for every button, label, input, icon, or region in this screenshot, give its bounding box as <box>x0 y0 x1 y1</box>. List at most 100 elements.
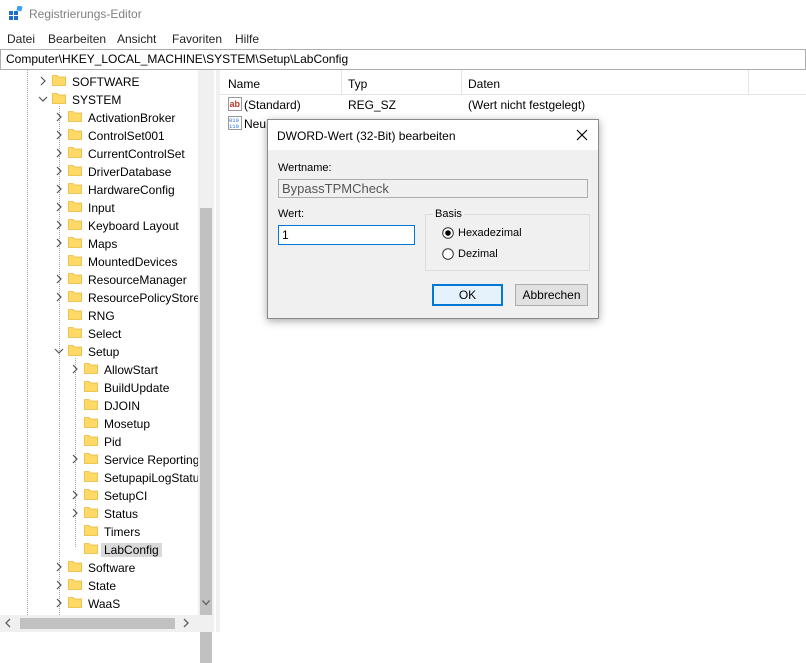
tree-item-activationbroker[interactable]: ActivationBroker <box>0 108 200 126</box>
string-value-icon: ab <box>228 97 242 111</box>
base-groupbox <box>425 214 590 271</box>
tree-item-driverdatabase[interactable]: DriverDatabase <box>0 162 200 180</box>
dialog-title: DWORD-Wert (32-Bit) bearbeiten <box>277 129 456 143</box>
chevron-right-icon[interactable] <box>54 166 64 176</box>
chevron-right-icon[interactable] <box>54 292 64 302</box>
value-type: REG_SZ <box>348 98 397 112</box>
column-divider[interactable] <box>341 70 342 94</box>
menu-datei[interactable]: Datei <box>7 32 35 46</box>
chevron-down-icon[interactable] <box>54 346 64 356</box>
tree-item-input[interactable]: Input <box>0 198 200 216</box>
list-row[interactable]: ab (Standard) REG_SZ (Wert nicht festgel… <box>220 96 806 114</box>
column-data[interactable]: Daten <box>468 77 500 91</box>
tree-item-rng[interactable]: RNG <box>0 306 200 324</box>
tree-item-resourcepolicystore[interactable]: ResourcePolicyStore <box>0 288 200 306</box>
tree-item-timers[interactable]: Timers <box>0 522 200 540</box>
tree-item-hardwareconfig[interactable]: HardwareConfig <box>0 180 200 198</box>
value-data-input[interactable] <box>278 225 415 245</box>
tree-item-resourcemanager[interactable]: ResourceManager <box>0 270 200 288</box>
value-name: (Standard) <box>244 98 301 112</box>
menu-favoriten[interactable]: Favoriten <box>172 32 222 46</box>
tree-item-currentcontrolset[interactable]: CurrentControlSet <box>0 144 200 162</box>
tree-horizontal-scrollbar[interactable] <box>0 615 214 632</box>
folder-icon <box>84 417 98 428</box>
menu-ansicht[interactable]: Ansicht <box>117 32 156 46</box>
chevron-right-icon[interactable] <box>54 238 64 248</box>
folder-icon <box>84 543 98 554</box>
column-name[interactable]: Name <box>228 77 260 91</box>
scroll-right-arrow-icon[interactable] <box>183 618 189 628</box>
tree-item-software[interactable]: Software <box>0 558 200 576</box>
chevron-right-icon[interactable] <box>38 76 48 86</box>
tree-item-pid[interactable]: Pid <box>0 432 200 450</box>
chevron-right-icon[interactable] <box>70 364 80 374</box>
folder-icon <box>68 147 82 158</box>
hexadecimal-label[interactable]: Hexadezimal <box>458 227 522 239</box>
tree-item-setupci[interactable]: SetupCI <box>0 486 200 504</box>
chevron-right-icon[interactable] <box>54 580 64 590</box>
decimal-label[interactable]: Dezimal <box>458 248 498 260</box>
chevron-right-icon[interactable] <box>54 598 64 608</box>
tree-item-djoin[interactable]: DJOIN <box>0 396 200 414</box>
tree-scroll-thumb[interactable] <box>200 208 212 663</box>
chevron-right-icon[interactable] <box>54 184 64 194</box>
folder-icon <box>84 525 98 536</box>
chevron-right-icon[interactable] <box>54 130 64 140</box>
cancel-button[interactable]: Abbrechen <box>515 284 588 306</box>
folder-icon <box>68 237 82 248</box>
tree-item-buildupdate[interactable]: BuildUpdate <box>0 378 200 396</box>
decimal-radio[interactable] <box>442 248 454 260</box>
tree-item-setup[interactable]: Setup <box>0 342 200 360</box>
dialog-title-bar[interactable]: DWORD-Wert (32-Bit) bearbeiten <box>268 120 598 150</box>
key-tree[interactable]: SOFTWARE SYSTEM ActivationBroker ControlSet… <box>0 70 214 615</box>
close-icon[interactable] <box>574 127 590 143</box>
chevron-right-icon[interactable] <box>54 202 64 212</box>
tree-item-setupapilogstatu[interactable]: SetupapiLogStatu <box>0 468 200 486</box>
tree-item-status[interactable]: Status <box>0 504 200 522</box>
tree-item-keyboard-layout[interactable]: Keyboard Layout <box>0 216 200 234</box>
folder-icon <box>84 381 98 392</box>
chevron-right-icon[interactable] <box>70 490 80 500</box>
menu-hilfe[interactable]: Hilfe <box>235 32 259 46</box>
tree-hscroll-thumb[interactable] <box>20 618 175 629</box>
folder-icon <box>68 579 82 590</box>
value-data-label: Wert: <box>278 208 305 220</box>
tree-item-label: DJOIN <box>104 399 140 413</box>
tree-item-maps[interactable]: Maps <box>0 234 200 252</box>
tree-item-state[interactable]: State <box>0 576 200 594</box>
chevron-right-icon[interactable] <box>54 274 64 284</box>
tree-item-label: CurrentControlSet <box>88 147 185 161</box>
scroll-down-arrow-icon[interactable] <box>202 600 210 606</box>
tree-item-software[interactable]: SOFTWARE <box>0 72 200 90</box>
tree-item-label: ResourceManager <box>88 273 187 287</box>
address-bar[interactable]: Computer\HKEY_LOCAL_MACHINE\SYSTEM\Setup… <box>0 49 806 70</box>
scroll-left-arrow-icon[interactable] <box>5 618 11 628</box>
tree-item-select[interactable]: Select <box>0 324 200 342</box>
ok-button[interactable]: OK <box>432 284 503 306</box>
tree-item-controlset001[interactable]: ControlSet001 <box>0 126 200 144</box>
menu-bearbeiten[interactable]: Bearbeiten <box>48 32 106 46</box>
tree-item-service-reporting[interactable]: Service Reporting <box>0 450 200 468</box>
chevron-right-icon[interactable] <box>54 112 64 122</box>
tree-item-labconfig[interactable]: LabConfig <box>0 540 200 558</box>
tree-item-waas[interactable]: WaaS <box>0 594 200 612</box>
menu-bar: Datei Bearbeiten Ansicht Favoriten Hilfe <box>0 29 806 49</box>
column-divider[interactable] <box>748 70 749 94</box>
folder-icon <box>84 489 98 500</box>
folder-icon <box>68 111 82 122</box>
tree-vertical-scrollbar[interactable] <box>198 70 214 663</box>
column-type[interactable]: Typ <box>348 77 367 91</box>
column-divider[interactable] <box>461 70 462 94</box>
chevron-right-icon[interactable] <box>54 220 64 230</box>
chevron-down-icon[interactable] <box>38 94 48 104</box>
tree-item-label: Select <box>88 327 122 341</box>
tree-item-mounteddevices[interactable]: MountedDevices <box>0 252 200 270</box>
tree-item-allowstart[interactable]: AllowStart <box>0 360 200 378</box>
chevron-right-icon[interactable] <box>70 454 80 464</box>
chevron-right-icon[interactable] <box>54 562 64 572</box>
chevron-right-icon[interactable] <box>70 508 80 518</box>
tree-item-mosetup[interactable]: Mosetup <box>0 414 200 432</box>
hexadecimal-radio[interactable] <box>442 227 454 239</box>
chevron-right-icon[interactable] <box>54 148 64 158</box>
tree-item-system[interactable]: SYSTEM <box>0 90 200 108</box>
